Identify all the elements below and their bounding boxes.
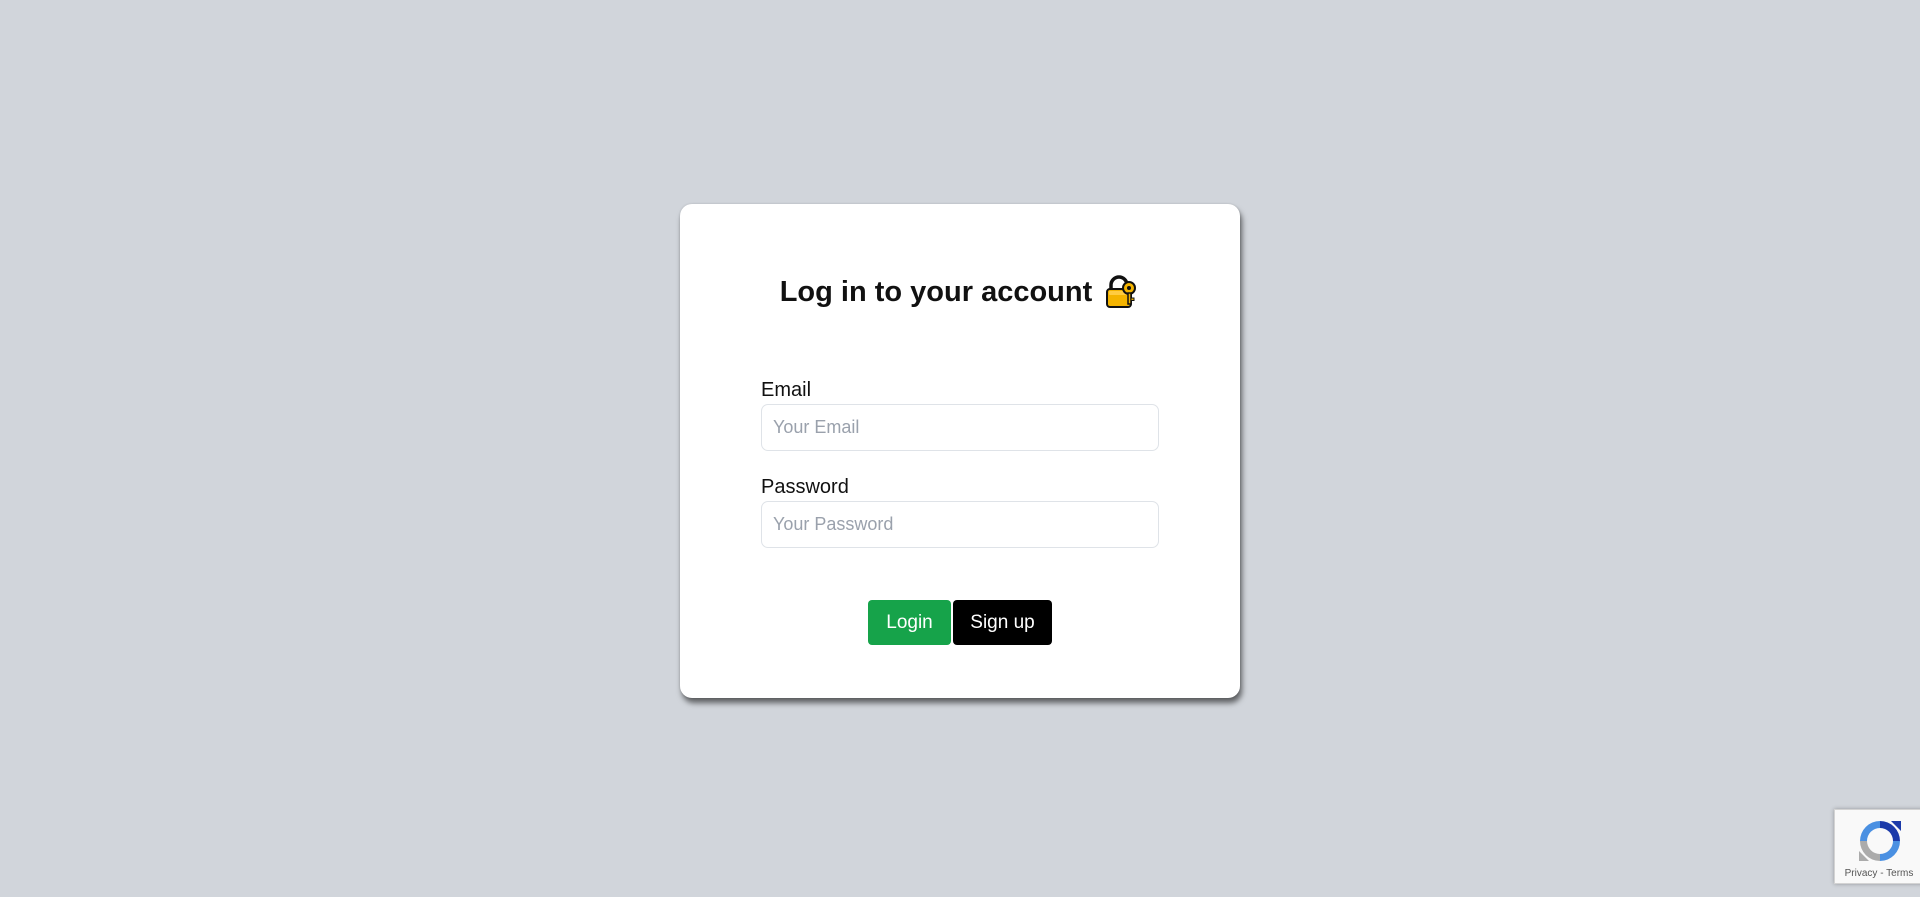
email-label: Email bbox=[761, 379, 812, 401]
email-field[interactable] bbox=[761, 404, 1159, 451]
lock-key-icon bbox=[1104, 274, 1140, 310]
password-label: Password bbox=[761, 476, 849, 498]
action-buttons: Login Sign up bbox=[868, 600, 1052, 645]
signup-button[interactable]: Sign up bbox=[953, 600, 1052, 645]
privacy-link[interactable]: Privacy bbox=[1845, 868, 1878, 879]
recaptcha-links: Privacy - Terms bbox=[1835, 868, 1920, 879]
login-button[interactable]: Login bbox=[868, 600, 951, 645]
page-title: Log in to your account bbox=[680, 274, 1240, 310]
recaptcha-badge[interactable]: Privacy - Terms bbox=[1834, 809, 1920, 884]
page-title-text: Log in to your account bbox=[779, 275, 1093, 308]
login-card: Log in to your account Email Password Lo… bbox=[680, 204, 1240, 698]
link-separator: - bbox=[1877, 868, 1887, 879]
terms-link[interactable]: Terms bbox=[1886, 868, 1913, 879]
password-field[interactable] bbox=[761, 501, 1159, 548]
recaptcha-logo-icon bbox=[1859, 821, 1901, 861]
